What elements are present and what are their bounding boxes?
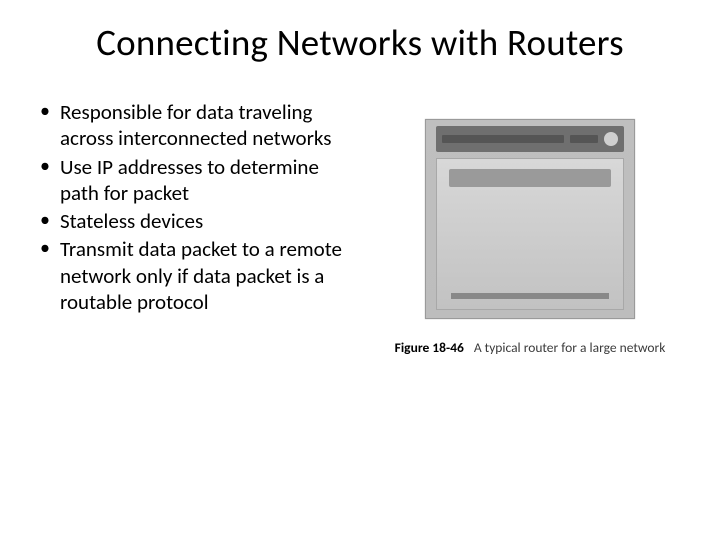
- router-top-bar: [436, 126, 624, 152]
- bullet-item: Use IP addresses to determine path for p…: [36, 154, 356, 207]
- slide: Connecting Networks with Routers Respons…: [0, 0, 720, 540]
- router-foot: [451, 293, 609, 299]
- figure-label: Figure 18-46: [395, 339, 464, 356]
- router-logo-icon: [604, 132, 618, 146]
- router-image: [425, 119, 635, 319]
- slide-title: Connecting Networks with Routers: [36, 20, 684, 65]
- figure-caption-text: A typical router for a large network: [474, 339, 666, 356]
- router-strip: [570, 135, 598, 143]
- router-body: [436, 158, 624, 310]
- figure-caption: Figure 18-46 A typical router for a larg…: [395, 339, 666, 356]
- bullet-item: Transmit data packet to a remote network…: [36, 236, 356, 315]
- content-row: Responsible for data traveling across in…: [36, 99, 684, 356]
- bullet-item: Responsible for data traveling across in…: [36, 99, 356, 152]
- bullet-column: Responsible for data traveling across in…: [36, 99, 356, 356]
- bullet-list: Responsible for data traveling across in…: [36, 99, 356, 315]
- router-panel: [449, 169, 611, 187]
- figure-column: Figure 18-46 A typical router for a larg…: [376, 99, 684, 356]
- router-strip: [442, 135, 564, 143]
- bullet-item: Stateless devices: [36, 208, 356, 234]
